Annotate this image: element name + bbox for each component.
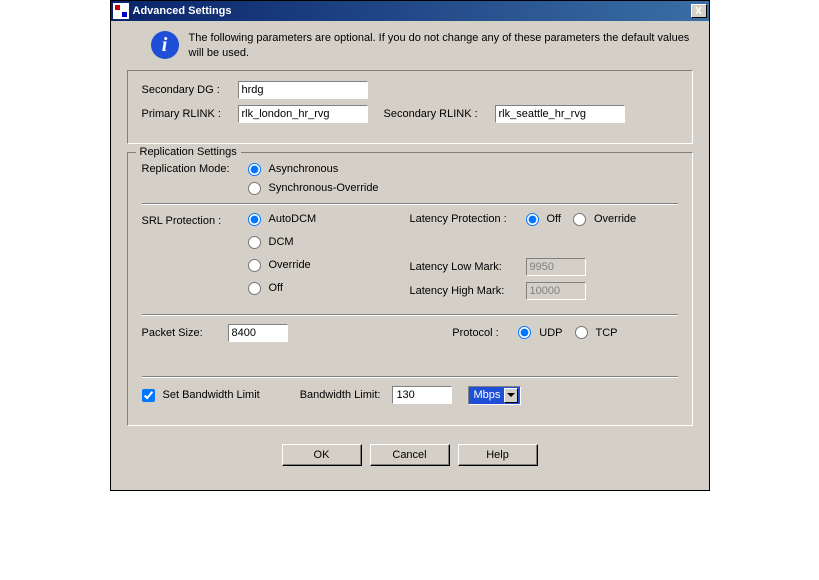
info-icon: i — [151, 31, 179, 59]
help-button[interactable]: Help — [458, 444, 538, 466]
latency-override-radio[interactable]: Override — [573, 213, 636, 226]
bandwidth-unit-value: Mbps — [473, 389, 500, 401]
latency-override-label: Override — [594, 213, 636, 225]
latency-protection-label: Latency Protection : — [410, 213, 520, 225]
latency-low-input — [526, 258, 586, 276]
latency-high-input — [526, 282, 586, 300]
divider — [142, 376, 678, 378]
protocol-udp-label: UDP — [539, 327, 562, 339]
bandwidth-unit-select[interactable]: Mbps — [468, 386, 521, 405]
latency-off-label: Off — [547, 213, 561, 225]
replication-legend: Replication Settings — [136, 146, 241, 158]
secondary-dg-input[interactable] — [238, 81, 368, 99]
protocol-tcp-label: TCP — [596, 327, 618, 339]
packet-size-input[interactable] — [228, 324, 288, 342]
srl-autodcm-label: AutoDCM — [269, 213, 317, 225]
latency-low-label: Latency Low Mark: — [410, 261, 520, 273]
dialog-window: Advanced Settings X i The following para… — [110, 0, 710, 491]
replication-mode-group: Asynchronous Synchronous-Override — [248, 163, 379, 195]
close-button[interactable]: X — [691, 4, 707, 18]
primary-rlink-input[interactable] — [238, 105, 368, 123]
replication-group: Replication Settings Replication Mode: A… — [127, 152, 693, 426]
info-text: The following parameters are optional. I… — [189, 31, 693, 62]
mode-sync-label: Synchronous-Override — [269, 182, 379, 194]
ok-button[interactable]: OK — [282, 444, 362, 466]
titlebar: Advanced Settings X — [111, 1, 709, 21]
dg-group: Secondary DG : Primary RLINK : Secondary… — [127, 70, 693, 144]
divider — [142, 203, 678, 205]
bandwidth-limit-label: Bandwidth Limit: — [300, 389, 381, 401]
cancel-button[interactable]: Cancel — [370, 444, 450, 466]
latency-high-label: Latency High Mark: — [410, 285, 520, 297]
secondary-dg-label: Secondary DG : — [142, 84, 232, 96]
srl-dcm-label: DCM — [269, 236, 294, 248]
srl-override-label: Override — [269, 259, 311, 271]
chevron-down-icon — [504, 388, 518, 403]
primary-rlink-label: Primary RLINK : — [142, 108, 232, 120]
info-row: i The following parameters are optional.… — [127, 31, 693, 62]
srl-off-label: Off — [269, 282, 283, 294]
mode-async-label: Asynchronous — [269, 163, 339, 175]
button-row: OK Cancel Help — [127, 434, 693, 480]
mode-sync-radio[interactable]: Synchronous-Override — [248, 182, 379, 195]
secondary-rlink-label: Secondary RLINK : — [384, 108, 489, 120]
replication-mode-label: Replication Mode: — [142, 163, 242, 175]
divider — [142, 314, 678, 316]
srl-off-radio[interactable]: Off — [248, 282, 317, 295]
window-title: Advanced Settings — [133, 5, 691, 17]
srl-autodcm-radio[interactable]: AutoDCM — [248, 213, 317, 226]
protocol-udp-radio[interactable]: UDP — [518, 326, 562, 339]
secondary-rlink-input[interactable] — [495, 105, 625, 123]
protocol-tcp-radio[interactable]: TCP — [575, 326, 618, 339]
bandwidth-checkbox[interactable]: Set Bandwidth Limit — [142, 389, 260, 402]
mode-async-radio[interactable]: Asynchronous — [248, 163, 379, 176]
srl-override-radio[interactable]: Override — [248, 259, 317, 272]
content-area: i The following parameters are optional.… — [111, 21, 709, 490]
srl-dcm-radio[interactable]: DCM — [248, 236, 317, 249]
latency-off-radio[interactable]: Off — [526, 213, 561, 226]
srl-protection-label: SRL Protection : — [142, 213, 242, 306]
bandwidth-limit-input[interactable] — [392, 386, 452, 404]
srl-protection-group: AutoDCM DCM Override Off — [248, 213, 317, 306]
app-icon — [113, 3, 129, 19]
protocol-label: Protocol : — [452, 327, 512, 339]
packet-size-label: Packet Size: — [142, 327, 222, 339]
bandwidth-check-label: Set Bandwidth Limit — [163, 389, 260, 401]
